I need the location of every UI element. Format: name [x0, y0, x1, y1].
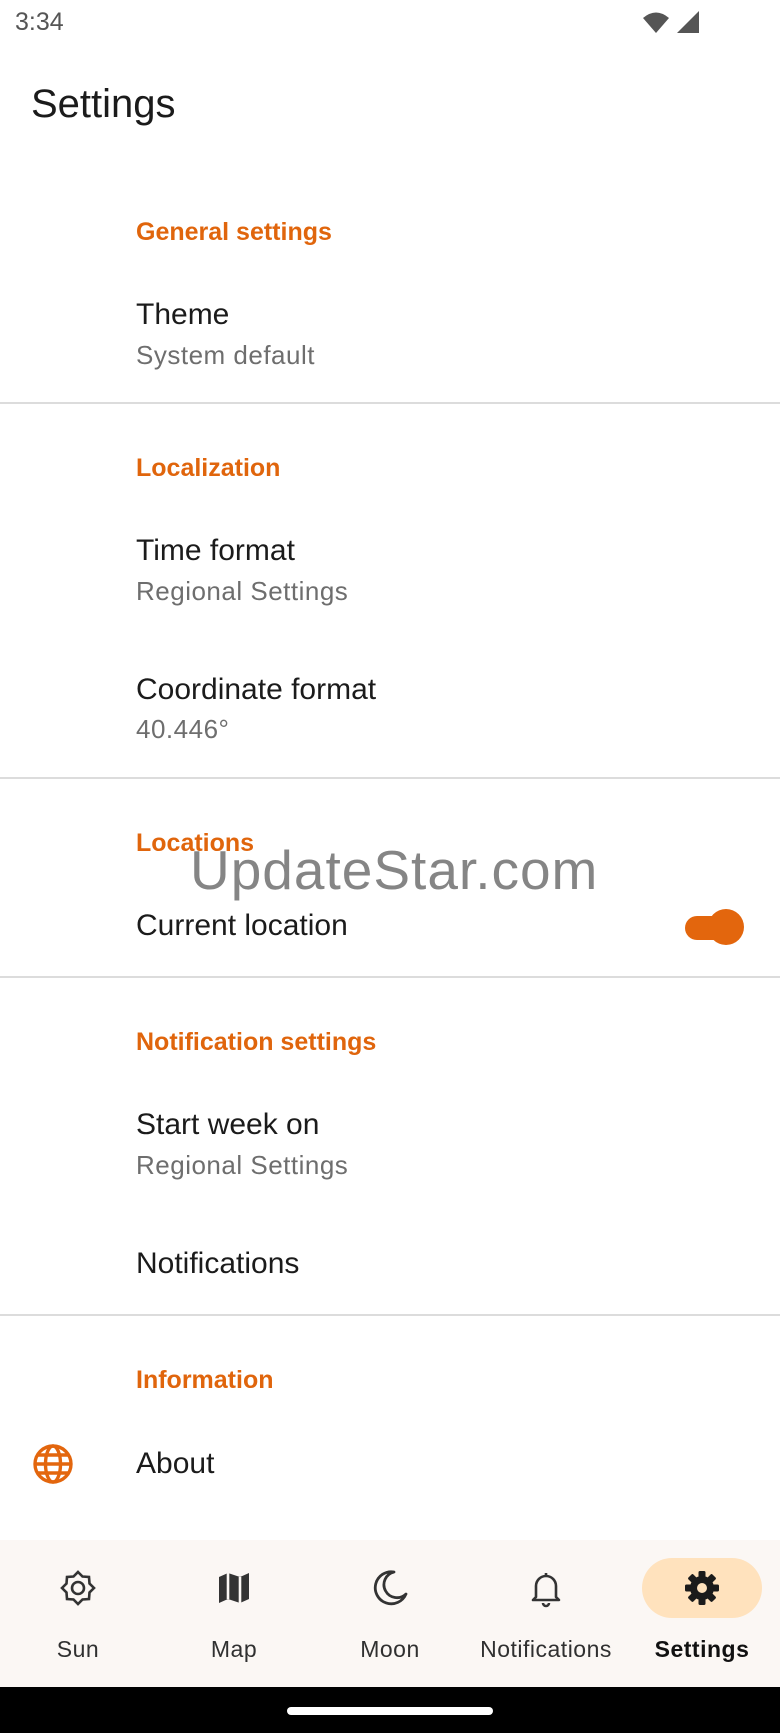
section-header-information: Information [136, 1366, 274, 1394]
section-header-localization: Localization [136, 454, 281, 482]
nav-icon-container [18, 1558, 138, 1618]
toggle-thumb [708, 909, 744, 945]
divider [0, 1314, 780, 1316]
nav-label-notifications: Notifications [480, 1636, 612, 1662]
item-title-about: About [136, 1447, 215, 1480]
status-bar: 3:34 [0, 0, 780, 48]
moon-icon [373, 1570, 408, 1606]
item-value-start-week: Regional Settings [136, 1150, 349, 1180]
item-title-coordinate-format: Coordinate format [136, 673, 377, 706]
nav-icon-container [330, 1558, 450, 1618]
bottom-navigation: Sun Map Moon Notifications Settings [0, 1540, 780, 1687]
nav-item-map[interactable]: Map [156, 1540, 312, 1687]
system-nav-bar [0, 1687, 780, 1733]
nav-label-settings: Settings [654, 1636, 750, 1662]
nav-item-notifications[interactable]: Notifications [468, 1540, 624, 1687]
cell-signal-icon [677, 11, 699, 33]
wifi-icon [643, 12, 669, 33]
status-time: 3:34 [15, 8, 64, 36]
nav-item-settings[interactable]: Settings [624, 1540, 780, 1687]
nav-icon-container [486, 1558, 606, 1618]
nav-icon-container [174, 1558, 294, 1618]
section-header-general: General settings [136, 218, 332, 246]
map-icon [219, 1573, 249, 1603]
item-value-coordinate-format: 40.446° [136, 714, 230, 744]
nav-label-sun: Sun [56, 1636, 100, 1662]
current-location-toggle[interactable] [682, 906, 744, 946]
status-icons [642, 10, 700, 34]
nav-item-sun[interactable]: Sun [0, 1540, 156, 1687]
item-title-time-format: Time format [136, 534, 295, 567]
sun-icon [60, 1570, 96, 1606]
section-header-locations: Locations [136, 829, 255, 857]
page-title: Settings [31, 82, 176, 126]
nav-icon-container [642, 1558, 762, 1618]
home-handle[interactable] [287, 1707, 493, 1715]
bell-icon [531, 1573, 561, 1608]
globe-icon [33, 1444, 73, 1484]
item-value-time-format: Regional Settings [136, 576, 349, 606]
section-header-notification-settings: Notification settings [136, 1028, 377, 1056]
nav-label-moon: Moon [360, 1636, 420, 1662]
nav-label-map: Map [210, 1636, 258, 1662]
item-title-start-week: Start week on [136, 1108, 320, 1141]
divider [0, 777, 780, 779]
item-title-notifications: Notifications [136, 1247, 300, 1280]
divider [0, 402, 780, 404]
nav-item-moon[interactable]: Moon [312, 1540, 468, 1687]
item-title-current-location: Current location [136, 909, 348, 942]
item-title-theme: Theme [136, 298, 230, 331]
gear-icon [685, 1571, 719, 1605]
divider [0, 976, 780, 978]
item-value-theme: System default [136, 340, 315, 370]
